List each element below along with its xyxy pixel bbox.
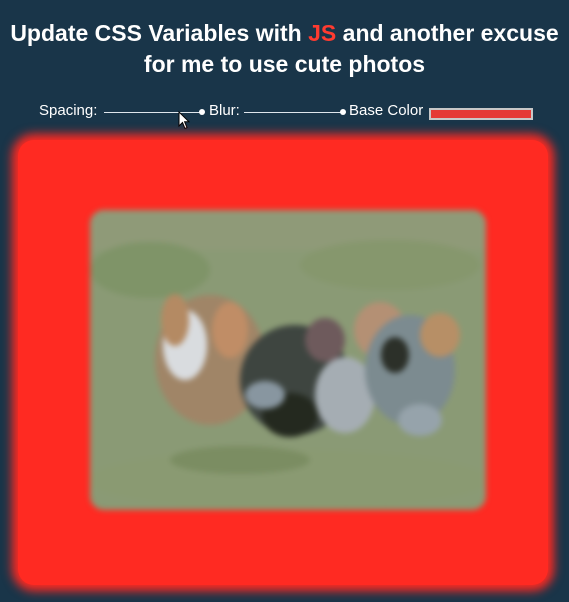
blurred-photo (90, 210, 486, 510)
spacing-slider-thumb[interactable] (199, 109, 205, 115)
controls-bar: Spacing: Blur: Base Color (0, 100, 569, 124)
photo-frame (18, 140, 548, 585)
base-color-picker[interactable] (429, 108, 533, 120)
spacing-label: Spacing: (39, 102, 98, 119)
base-color-label: Base Color (349, 102, 424, 119)
title-before: Update CSS Variables with (10, 20, 302, 46)
page-title: Update CSS Variables with JS and another… (0, 18, 569, 80)
title-highlight-js: JS (308, 20, 337, 46)
blur-slider[interactable] (244, 109, 346, 115)
blur-label: Blur: (209, 102, 240, 119)
arrow-cursor-icon (178, 111, 190, 130)
blur-slider-thumb[interactable] (340, 109, 346, 115)
